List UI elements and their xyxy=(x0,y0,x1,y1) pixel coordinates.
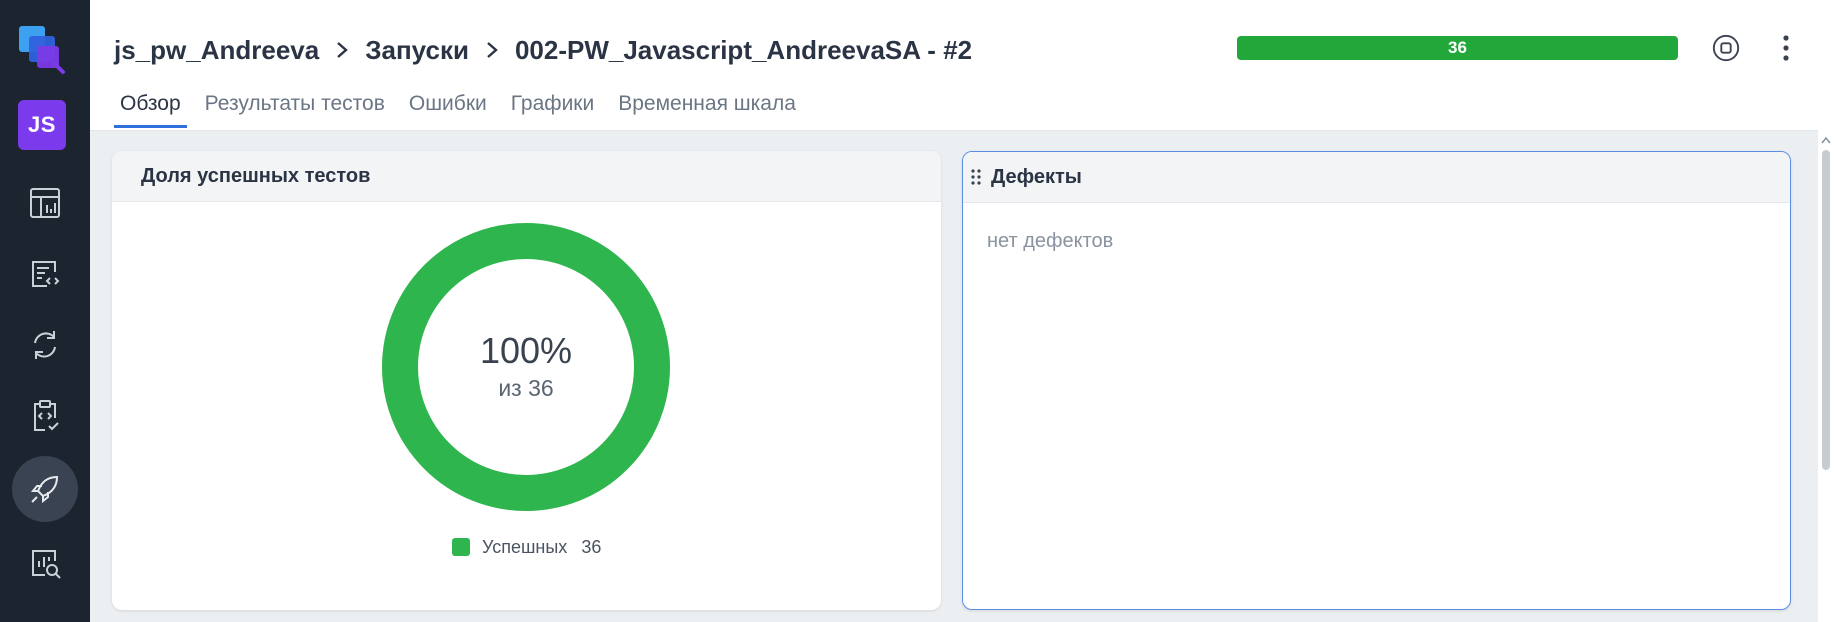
success-rate-widget: Доля успешных тестов 100% из 36 Успешных… xyxy=(112,151,941,610)
success-percent: 100% xyxy=(479,330,573,371)
widget-title: Дефекты xyxy=(991,165,1082,188)
progress-count: 36 xyxy=(1448,38,1467,57)
legend-label-passed: Успешных xyxy=(482,536,568,557)
empty-state-text: нет дефектов xyxy=(987,230,1114,252)
tab-charts[interactable]: Графики xyxy=(505,86,600,124)
drag-handle-icon[interactable] xyxy=(971,169,981,185)
tab-test-results[interactable]: Результаты тестов xyxy=(199,86,391,124)
success-donut-chart: 100% из 36 xyxy=(382,223,670,511)
scroll-up-arrow-icon[interactable] xyxy=(1821,136,1831,144)
legend-count-passed: 36 xyxy=(581,536,602,557)
project-avatar[interactable]: JS xyxy=(18,100,66,150)
page-header: js_pw_Andreeva Запуски 002-PW_Javascript… xyxy=(90,0,1834,131)
tab-bar: Обзор Результаты тестов Ошибки Графики В… xyxy=(114,86,814,130)
test-cases-icon[interactable] xyxy=(12,241,78,307)
defects-widget: Дефекты нет дефектов xyxy=(962,151,1791,610)
more-actions-button[interactable] xyxy=(1770,30,1802,66)
product-logo-icon[interactable] xyxy=(15,20,69,76)
breadcrumb-project-link[interactable]: js_pw_Andreeva xyxy=(114,35,319,66)
test-plan-icon[interactable] xyxy=(12,383,78,449)
tab-timeline[interactable]: Временная шкала xyxy=(612,86,802,124)
left-sidebar: JS xyxy=(0,0,90,622)
tab-overview[interactable]: Обзор xyxy=(114,86,187,128)
widget-title: Доля успешных тестов xyxy=(112,151,941,202)
breadcrumb-launches-link[interactable]: Запуски xyxy=(365,35,469,66)
tab-errors[interactable]: Ошибки xyxy=(403,86,493,124)
stop-button[interactable] xyxy=(1710,32,1742,64)
success-total: из 36 xyxy=(498,375,554,401)
stop-icon xyxy=(1712,34,1740,62)
breadcrumb: js_pw_Andreeva Запуски 002-PW_Javascript… xyxy=(114,30,972,70)
sync-icon[interactable] xyxy=(12,312,78,378)
vertical-scrollbar[interactable] xyxy=(1818,130,1834,622)
analytics-search-icon[interactable] xyxy=(12,530,78,596)
widget-header: Дефекты xyxy=(963,152,1790,203)
chart-legend: Успешных 36 xyxy=(452,535,601,559)
chevron-right-icon xyxy=(335,40,349,60)
scrollbar-thumb[interactable] xyxy=(1822,150,1830,470)
page-title: 002-PW_Javascript_AndreevaSA - #2 xyxy=(514,34,973,65)
launch-progress-bar: 36 xyxy=(1237,36,1678,60)
chevron-right-icon xyxy=(485,40,499,60)
main-content: js_pw_Andreeva Запуски 002-PW_Javascript… xyxy=(90,0,1834,622)
legend-swatch-passed xyxy=(452,538,470,556)
dashboard-icon[interactable] xyxy=(12,170,78,236)
rocket-launches-icon[interactable] xyxy=(12,456,78,522)
more-vertical-icon xyxy=(1783,35,1789,61)
